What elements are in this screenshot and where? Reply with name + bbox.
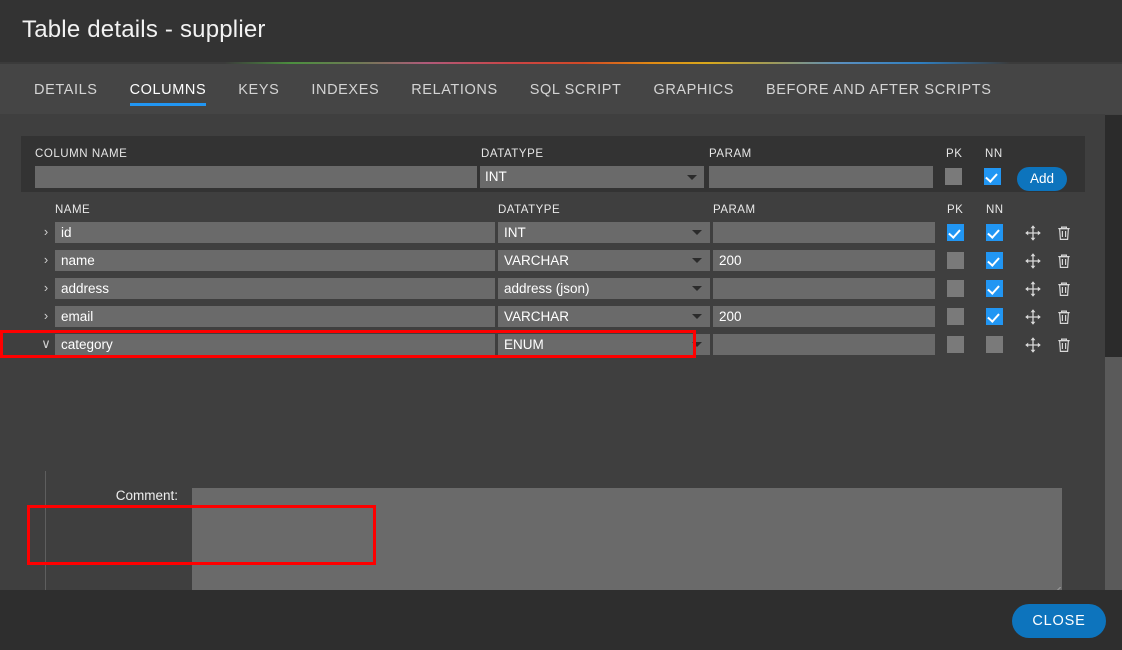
trash-icon[interactable]	[1055, 336, 1073, 354]
row-param-input[interactable]: 200	[713, 250, 935, 271]
tab-indexes[interactable]: INDEXES	[295, 64, 395, 114]
tab-relations[interactable]: RELATIONS	[395, 64, 514, 114]
add-header-datatype: DATATYPE	[481, 148, 544, 160]
row-param-input[interactable]: 200	[713, 306, 935, 327]
add-header-nn: NN	[985, 148, 1003, 160]
row-nn-checkbox[interactable]	[986, 308, 1003, 325]
new-column-datatype-value: INT	[485, 169, 507, 184]
row-name-input[interactable]: name	[55, 250, 495, 271]
table-row[interactable]: ›address address (json)	[21, 278, 1085, 299]
grid-header-param: PARAM	[713, 204, 756, 216]
add-header-param: PARAM	[709, 148, 752, 160]
trash-icon[interactable]	[1055, 280, 1073, 298]
row-pk-checkbox[interactable]	[947, 280, 964, 297]
grid-header-name: NAME	[55, 204, 90, 216]
row-expand-toggle[interactable]: ›	[39, 225, 53, 239]
chevron-down-icon	[692, 342, 702, 347]
add-header-column-name: COLUMN NAME	[35, 148, 127, 160]
row-param-input[interactable]	[713, 334, 935, 355]
row-pk-checkbox[interactable]	[947, 252, 964, 269]
tab-bar: DETAILSCOLUMNSKEYSINDEXESRELATIONSSQL SC…	[0, 64, 1122, 114]
chevron-down-icon	[687, 175, 697, 180]
row-datatype-value: address (json)	[504, 281, 590, 296]
row-nn-checkbox[interactable]	[986, 252, 1003, 269]
title-bar: Table details - supplier	[0, 0, 1122, 62]
row-pk-checkbox[interactable]	[947, 308, 964, 325]
row-datatype-value: ENUM	[504, 337, 544, 352]
new-column-name-input[interactable]	[35, 166, 477, 188]
row-nn-checkbox[interactable]	[986, 280, 1003, 297]
row-datatype-select[interactable]: VARCHAR	[498, 250, 710, 271]
row-expand-toggle[interactable]: ›	[39, 309, 53, 323]
row-nn-checkbox[interactable]	[986, 224, 1003, 241]
chevron-down-icon	[692, 230, 702, 235]
trash-icon[interactable]	[1055, 308, 1073, 326]
row-datatype-value: VARCHAR	[504, 309, 569, 324]
row-expand-toggle[interactable]: ›	[39, 253, 53, 267]
row-param-input[interactable]	[713, 278, 935, 299]
vertical-scrollbar-track[interactable]	[1105, 357, 1122, 590]
trash-icon[interactable]	[1055, 252, 1073, 270]
chevron-down-icon	[692, 258, 702, 263]
grid-header-datatype: DATATYPE	[498, 204, 560, 216]
table-row[interactable]: ∨category ENUM	[21, 334, 1085, 355]
chevron-down-icon	[692, 286, 702, 291]
move-icon[interactable]	[1024, 308, 1042, 326]
row-datatype-value: VARCHAR	[504, 253, 569, 268]
new-column-nn-checkbox[interactable]	[984, 168, 1001, 185]
row-name-input[interactable]: address	[55, 278, 495, 299]
row-name-input[interactable]: id	[55, 222, 495, 243]
comment-textarea[interactable]	[192, 488, 1062, 590]
add-header-pk: PK	[946, 148, 962, 160]
row-datatype-select[interactable]: VARCHAR	[498, 306, 710, 327]
dialog-footer: CLOSE	[0, 590, 1122, 650]
table-row[interactable]: ›name VARCHAR 200	[21, 250, 1085, 271]
move-icon[interactable]	[1024, 336, 1042, 354]
tab-list: DETAILSCOLUMNSKEYSINDEXESRELATIONSSQL SC…	[18, 64, 1007, 114]
tab-graphics[interactable]: GRAPHICS	[637, 64, 750, 114]
tab-sql-script[interactable]: SQL SCRIPT	[514, 64, 638, 114]
add-column-panel: COLUMN NAME DATATYPE PARAM PK NN INT Add	[21, 136, 1085, 192]
close-button[interactable]: CLOSE	[1012, 604, 1106, 638]
tab-keys[interactable]: KEYS	[222, 64, 295, 114]
row-nn-checkbox[interactable]	[986, 336, 1003, 353]
columns-panel: COLUMN NAME DATATYPE PARAM PK NN INT Add…	[0, 114, 1105, 590]
comment-value	[192, 488, 1062, 491]
add-column-button[interactable]: Add	[1017, 167, 1067, 191]
row-param-input[interactable]	[713, 222, 935, 243]
row-expand-toggle[interactable]: ∨	[39, 337, 53, 351]
vertical-scrollbar-thumb[interactable]	[1105, 115, 1122, 357]
tab-before-and-after-scripts[interactable]: BEFORE AND AFTER SCRIPTS	[750, 64, 1008, 114]
move-icon[interactable]	[1024, 280, 1042, 298]
row-pk-checkbox[interactable]	[947, 336, 964, 353]
tab-columns[interactable]: COLUMNS	[114, 64, 223, 114]
move-icon[interactable]	[1024, 252, 1042, 270]
page-title: Table details - supplier	[22, 16, 266, 44]
vertical-scrollbar[interactable]	[1105, 114, 1122, 590]
row-datatype-select[interactable]: INT	[498, 222, 710, 243]
trash-icon[interactable]	[1055, 224, 1073, 242]
row-expand-toggle[interactable]: ›	[39, 281, 53, 295]
table-row[interactable]: ›email VARCHAR 200	[21, 306, 1085, 327]
row-datatype-select[interactable]: address (json)	[498, 278, 710, 299]
row-name-input[interactable]: email	[55, 306, 495, 327]
grid-header-nn: NN	[986, 204, 1004, 216]
tree-guide-line	[45, 471, 46, 590]
row-name-input[interactable]: category	[55, 334, 495, 355]
table-details-dialog: Table details - supplier DETAILSCOLUMNSK…	[0, 0, 1122, 650]
chevron-down-icon	[692, 314, 702, 319]
new-column-pk-checkbox[interactable]	[945, 168, 962, 185]
tab-details[interactable]: DETAILS	[18, 64, 114, 114]
move-icon[interactable]	[1024, 224, 1042, 242]
grid-header-pk: PK	[947, 204, 963, 216]
table-row[interactable]: ›id INT	[21, 222, 1085, 243]
new-column-datatype-select[interactable]: INT	[480, 166, 704, 188]
row-datatype-value: INT	[504, 225, 526, 240]
row-pk-checkbox[interactable]	[947, 224, 964, 241]
comment-label: Comment:	[116, 488, 178, 503]
new-column-param-input[interactable]	[709, 166, 933, 188]
row-datatype-select[interactable]: ENUM	[498, 334, 710, 355]
